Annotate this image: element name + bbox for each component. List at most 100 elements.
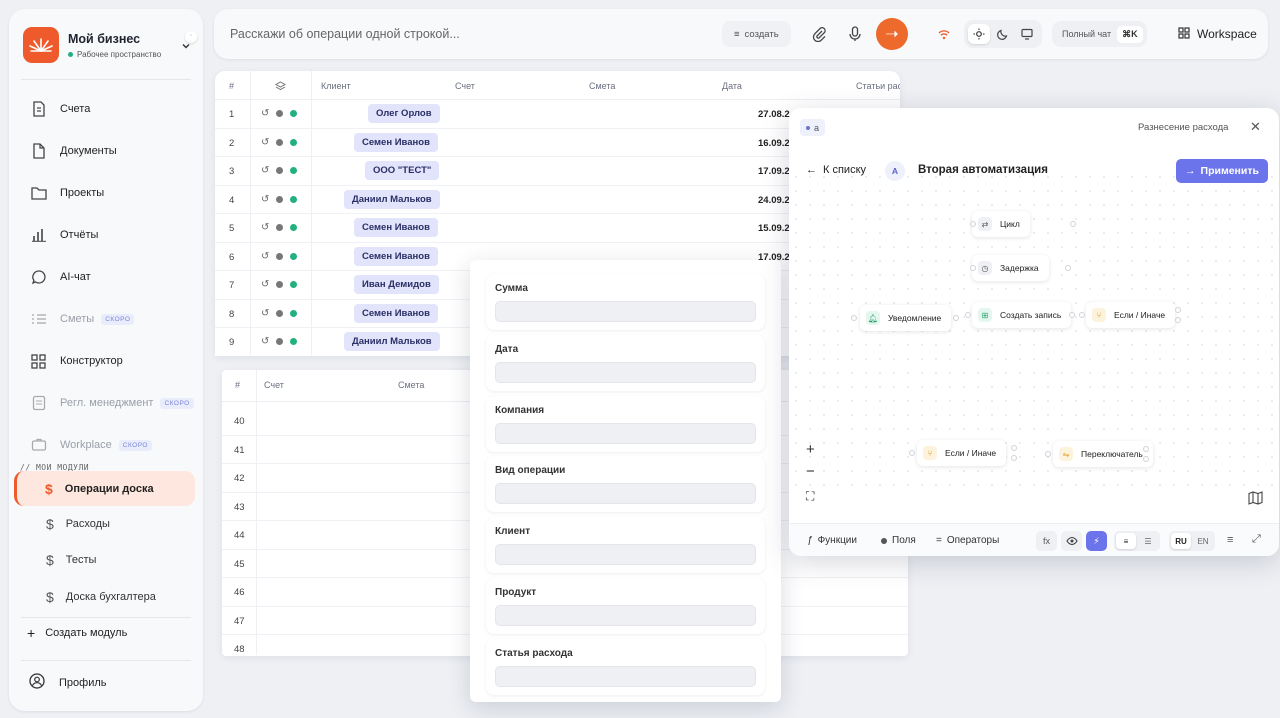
node-port[interactable] bbox=[1143, 456, 1149, 462]
date-cell[interactable]: 27.08.2 bbox=[758, 109, 790, 120]
date-cell[interactable]: 24.09.2 bbox=[758, 195, 790, 206]
undo-icon[interactable]: ↺ bbox=[261, 165, 269, 176]
node-if-else[interactable]: ⑂ Если / Иначе bbox=[1086, 302, 1176, 328]
monitor-icon[interactable] bbox=[1016, 24, 1038, 44]
create-button[interactable]: ≡ создать bbox=[722, 21, 791, 47]
operation-type-input[interactable] bbox=[495, 483, 756, 505]
lang-ru-option[interactable]: RU bbox=[1171, 533, 1191, 549]
amount-input[interactable] bbox=[495, 301, 756, 322]
fx-button[interactable]: fx bbox=[1036, 531, 1057, 551]
sidebar-item-workplace[interactable]: Workplace СКОРО bbox=[17, 424, 195, 466]
client-chip[interactable]: Олег Орлов bbox=[368, 104, 440, 123]
lightning-icon[interactable]: ⚡︎ bbox=[1086, 531, 1107, 551]
node-delay[interactable]: ◷ Задержка bbox=[972, 255, 1049, 281]
sidebar-item-reports[interactable]: Отчёты bbox=[17, 214, 195, 256]
lang-en-option[interactable]: EN bbox=[1193, 533, 1213, 549]
operators-tab[interactable]: = Операторы bbox=[936, 535, 999, 546]
workflow-canvas[interactable] bbox=[789, 170, 1279, 498]
date-cell[interactable]: 17.09.2 bbox=[758, 166, 790, 177]
profile-button[interactable]: Профиль bbox=[29, 673, 107, 692]
node-port[interactable] bbox=[970, 265, 976, 271]
column-header[interactable]: Клиент bbox=[321, 81, 351, 91]
node-port[interactable] bbox=[970, 221, 976, 227]
date-cell[interactable]: 15.09.2 bbox=[758, 223, 790, 234]
column-header[interactable]: Смета bbox=[398, 380, 424, 390]
column-header[interactable]: Счет bbox=[455, 81, 475, 91]
undo-icon[interactable]: ↺ bbox=[261, 137, 269, 148]
undo-icon[interactable]: ↺ bbox=[261, 336, 269, 347]
close-icon[interactable]: ✕ bbox=[1250, 119, 1261, 135]
align-left-icon[interactable]: ≡ bbox=[1116, 533, 1136, 549]
apply-button[interactable]: → Применить bbox=[1176, 159, 1268, 183]
node-port[interactable] bbox=[965, 312, 971, 318]
sun-icon[interactable] bbox=[968, 24, 990, 44]
client-chip[interactable]: Семен Иванов bbox=[354, 303, 438, 323]
node-port[interactable] bbox=[953, 315, 959, 321]
undo-icon[interactable]: ↺ bbox=[261, 194, 269, 205]
node-loop[interactable]: ⇄ Цикл bbox=[972, 211, 1030, 237]
node-notification[interactable]: 🔔︎ Уведомление bbox=[860, 305, 952, 331]
node-port[interactable] bbox=[1011, 455, 1017, 461]
client-input[interactable] bbox=[495, 544, 756, 566]
node-port[interactable] bbox=[1011, 445, 1017, 451]
node-port[interactable] bbox=[909, 450, 915, 456]
fields-tab[interactable]: Поля bbox=[881, 535, 916, 546]
client-chip[interactable]: ООО "ТЕСТ" bbox=[365, 161, 440, 180]
zoom-out-button[interactable]: − bbox=[806, 463, 815, 480]
sidebar-item-invoices[interactable]: Счета bbox=[17, 88, 195, 130]
date-input[interactable] bbox=[495, 361, 756, 383]
menu-icon[interactable]: ≡ bbox=[1227, 534, 1233, 546]
collapse-sidebar-button[interactable]: · bbox=[185, 31, 197, 43]
sidebar-item-constructor[interactable]: Конструктор bbox=[17, 340, 195, 382]
moon-icon[interactable] bbox=[992, 24, 1014, 44]
node-create-record[interactable]: ⊞ Создать запись bbox=[972, 302, 1072, 328]
expense-item-input[interactable] bbox=[495, 665, 756, 687]
date-cell[interactable]: 16.09.2 bbox=[758, 138, 790, 149]
undo-icon[interactable]: ↺ bbox=[261, 108, 269, 119]
sidebar-item-estimates[interactable]: Сметы СКОРО bbox=[17, 298, 195, 340]
client-chip[interactable]: Семен Иванов bbox=[354, 132, 438, 152]
column-header[interactable]: Дата bbox=[722, 81, 742, 91]
create-module-button[interactable]: + Создать модуль bbox=[27, 625, 127, 641]
module-tests[interactable]: $ Тесты bbox=[46, 552, 96, 568]
full-chat-button[interactable]: Полный чат ⌘K bbox=[1052, 21, 1147, 47]
client-chip[interactable]: Иван Демидов bbox=[354, 275, 439, 294]
paperclip-icon[interactable] bbox=[810, 25, 828, 43]
wifi-signal-icon[interactable] bbox=[935, 25, 953, 43]
workspace-switcher[interactable]: Мой бизнес Рабочее пространство bbox=[23, 27, 193, 73]
sidebar-item-projects[interactable]: Проекты bbox=[17, 172, 195, 214]
eye-icon[interactable] bbox=[1061, 531, 1082, 551]
fit-view-icon[interactable]: ⛶ bbox=[806, 489, 814, 504]
client-chip[interactable]: Даниил Мальков bbox=[344, 332, 440, 351]
node-port[interactable] bbox=[1175, 317, 1181, 323]
map-icon[interactable] bbox=[1248, 491, 1263, 510]
undo-icon[interactable]: ↺ bbox=[261, 251, 269, 262]
company-input[interactable] bbox=[495, 422, 756, 444]
undo-icon[interactable]: ↺ bbox=[261, 222, 269, 233]
sidebar-item-regulations[interactable]: Регл. менеджмент СКОРО bbox=[17, 382, 195, 424]
column-header[interactable]: Смета bbox=[589, 81, 615, 91]
microphone-icon[interactable] bbox=[846, 25, 864, 43]
workspace-button[interactable]: Workspace bbox=[1172, 20, 1263, 48]
back-to-list-button[interactable]: ← К списку bbox=[806, 164, 866, 176]
align-justify-icon[interactable]: ☰ bbox=[1138, 533, 1158, 549]
node-port[interactable] bbox=[1079, 312, 1085, 318]
node-port[interactable] bbox=[1065, 265, 1071, 271]
module-accountant-board[interactable]: $ Доска бухгалтера bbox=[46, 589, 156, 605]
node-port[interactable] bbox=[1070, 221, 1076, 227]
undo-icon[interactable]: ↺ bbox=[261, 279, 269, 290]
column-header[interactable]: Статьи расх bbox=[856, 81, 900, 91]
operation-prompt-input[interactable]: Расскажи об операции одной строкой... bbox=[230, 27, 460, 41]
module-expenses[interactable]: $ Расходы bbox=[46, 516, 110, 532]
node-if-else[interactable]: ⑂ Если / Иначе bbox=[917, 440, 1007, 466]
node-port[interactable] bbox=[1143, 446, 1149, 452]
sidebar-item-documents[interactable]: Документы bbox=[17, 130, 195, 172]
client-chip[interactable]: Семен Иванов bbox=[354, 218, 438, 237]
column-header[interactable]: Счет bbox=[264, 380, 284, 390]
node-port[interactable] bbox=[851, 315, 857, 321]
zoom-in-button[interactable]: + bbox=[806, 441, 815, 458]
send-button[interactable]: ➝ bbox=[876, 18, 908, 50]
sidebar-item-ai-chat[interactable]: AI-чат bbox=[17, 256, 195, 298]
client-chip[interactable]: Даниил Мальков bbox=[344, 189, 440, 209]
node-port[interactable] bbox=[1045, 451, 1051, 457]
